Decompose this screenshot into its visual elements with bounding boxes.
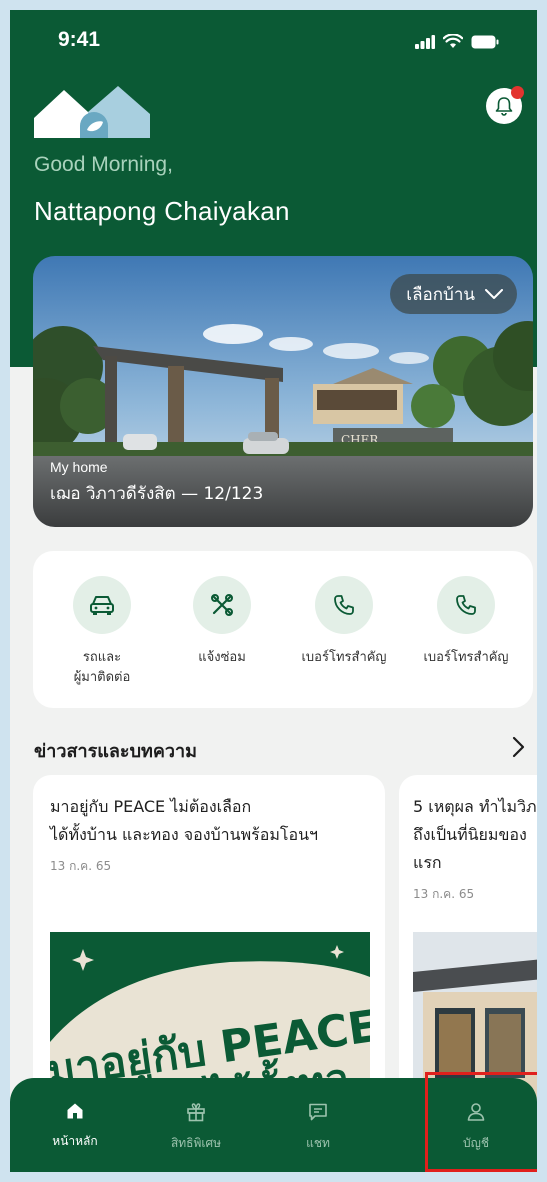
home-project-name: เฌอ วิภาวดีรังสิต — 12/123 [50,484,264,504]
news-section-title: ข่าวสารและบทความ [34,741,197,762]
nav-tab-label: หน้าหลัก [52,1134,98,1148]
news-card[interactable]: มาอยู่กับ PEACE ไม่ต้องเลือก ได้ทั้งบ้าน… [33,775,385,1105]
chevron-down-icon [485,289,503,299]
phone-screen: 9:41 Good Morning, Nattapong Chaiyakan C… [10,10,537,1172]
car-icon [90,596,114,615]
news-title: 5 เหตุผล ทำไมวิภาวดี ถึงเป็นที่นิยมของ แ… [413,793,537,877]
gift-icon [187,1103,205,1122]
status-bar: 9:41 [10,28,537,58]
greeting-text: Good Morning, [34,153,173,176]
signal-icon [415,34,435,49]
quick-action-circle [315,576,373,634]
nav-tab-privileges[interactable]: สิทธิพิเศษ [146,1102,246,1153]
news-date: 13 ก.ค. 65 [413,887,475,901]
news-title-line2: ถึงเป็นที่นิยมของ [413,825,527,844]
quick-action-label: เบอร์โทรสำคัญ [411,648,521,668]
home-caption: My home เฌอ วิภาวดีรังสิต — 12/123 [50,459,263,507]
choose-home-label: เลือกบ้าน [406,284,475,305]
news-title-line2: ได้ทั้งบ้าน และทอง จองบ้านพร้อมโอนฯ [50,825,319,844]
quick-action-important-phone[interactable]: เบอร์โทรสำคัญ [289,576,399,668]
quick-action-repair[interactable]: แจ้งซ่อม [167,576,277,668]
quick-action-circle [73,576,131,634]
quick-action-important-phone-2[interactable]: เบอร์โทรสำคัญ [411,576,521,668]
wifi-icon [443,34,463,48]
battery-icon [471,35,499,48]
news-date: 13 ก.ค. 65 [50,859,112,873]
my-home-card[interactable]: CHER เลือกบ้าน My home เฌอ วิภาวดีรังสิต… [33,256,533,527]
news-title-line3: แรก [413,853,442,872]
home-icon [67,1103,83,1119]
notification-badge [511,86,524,99]
quick-action-label-line2: ผู้มาติดต่อ [73,670,131,685]
nav-tab-chat[interactable]: แชท [268,1102,368,1153]
news-title-line1: มาอยู่กับ PEACE ไม่ต้องเลือก [50,797,252,816]
quick-action-label: รถและ ผู้มาติดต่อ [47,648,157,688]
notification-button[interactable] [486,86,524,124]
user-name: Nattapong Chaiyakan [34,196,290,226]
quick-action-circle [437,576,495,634]
app-logo [34,86,150,138]
quick-action-label-line1: เบอร์โทรสำคัญ [301,650,387,665]
highlight-box [425,1072,537,1172]
phone-icon [456,595,476,615]
chevron-right-icon[interactable] [512,736,526,758]
chat-icon [309,1103,327,1121]
nav-tab-label: แชท [306,1136,330,1150]
nav-tab-label: สิทธิพิเศษ [170,1136,222,1150]
quick-action-label: เบอร์โทรสำคัญ [289,648,399,668]
quick-action-circle [193,576,251,634]
status-time: 9:41 [58,28,101,51]
quick-action-label-line1: เบอร์โทรสำคัญ [423,650,509,665]
news-title: มาอยู่กับ PEACE ไม่ต้องเลือก ได้ทั้งบ้าน… [50,793,368,849]
phone-icon [334,595,354,615]
quick-action-car-visitor[interactable]: รถและ ผู้มาติดต่อ [47,576,157,688]
quick-action-label-line1: รถและ [82,650,122,665]
my-home-label: My home [50,459,108,475]
news-card[interactable]: 5 เหตุผล ทำไมวิภาวดี ถึงเป็นที่นิยมของ แ… [399,775,537,1105]
nav-tab-home[interactable]: หน้าหลัก [25,1102,125,1151]
quick-action-label: แจ้งซ่อม [167,648,277,668]
tools-icon [211,594,233,616]
quick-actions-card: รถและ ผู้มาติดต่อ แจ้งซ่อม เบอร์โทรสำคัญ… [33,551,533,708]
status-icons [415,34,499,49]
bell-icon [495,97,513,116]
news-title-line1: 5 เหตุผล ทำไมวิภาวดี [413,797,537,816]
choose-home-dropdown[interactable]: เลือกบ้าน [390,274,517,314]
quick-action-label-line1: แจ้งซ่อม [198,650,246,665]
